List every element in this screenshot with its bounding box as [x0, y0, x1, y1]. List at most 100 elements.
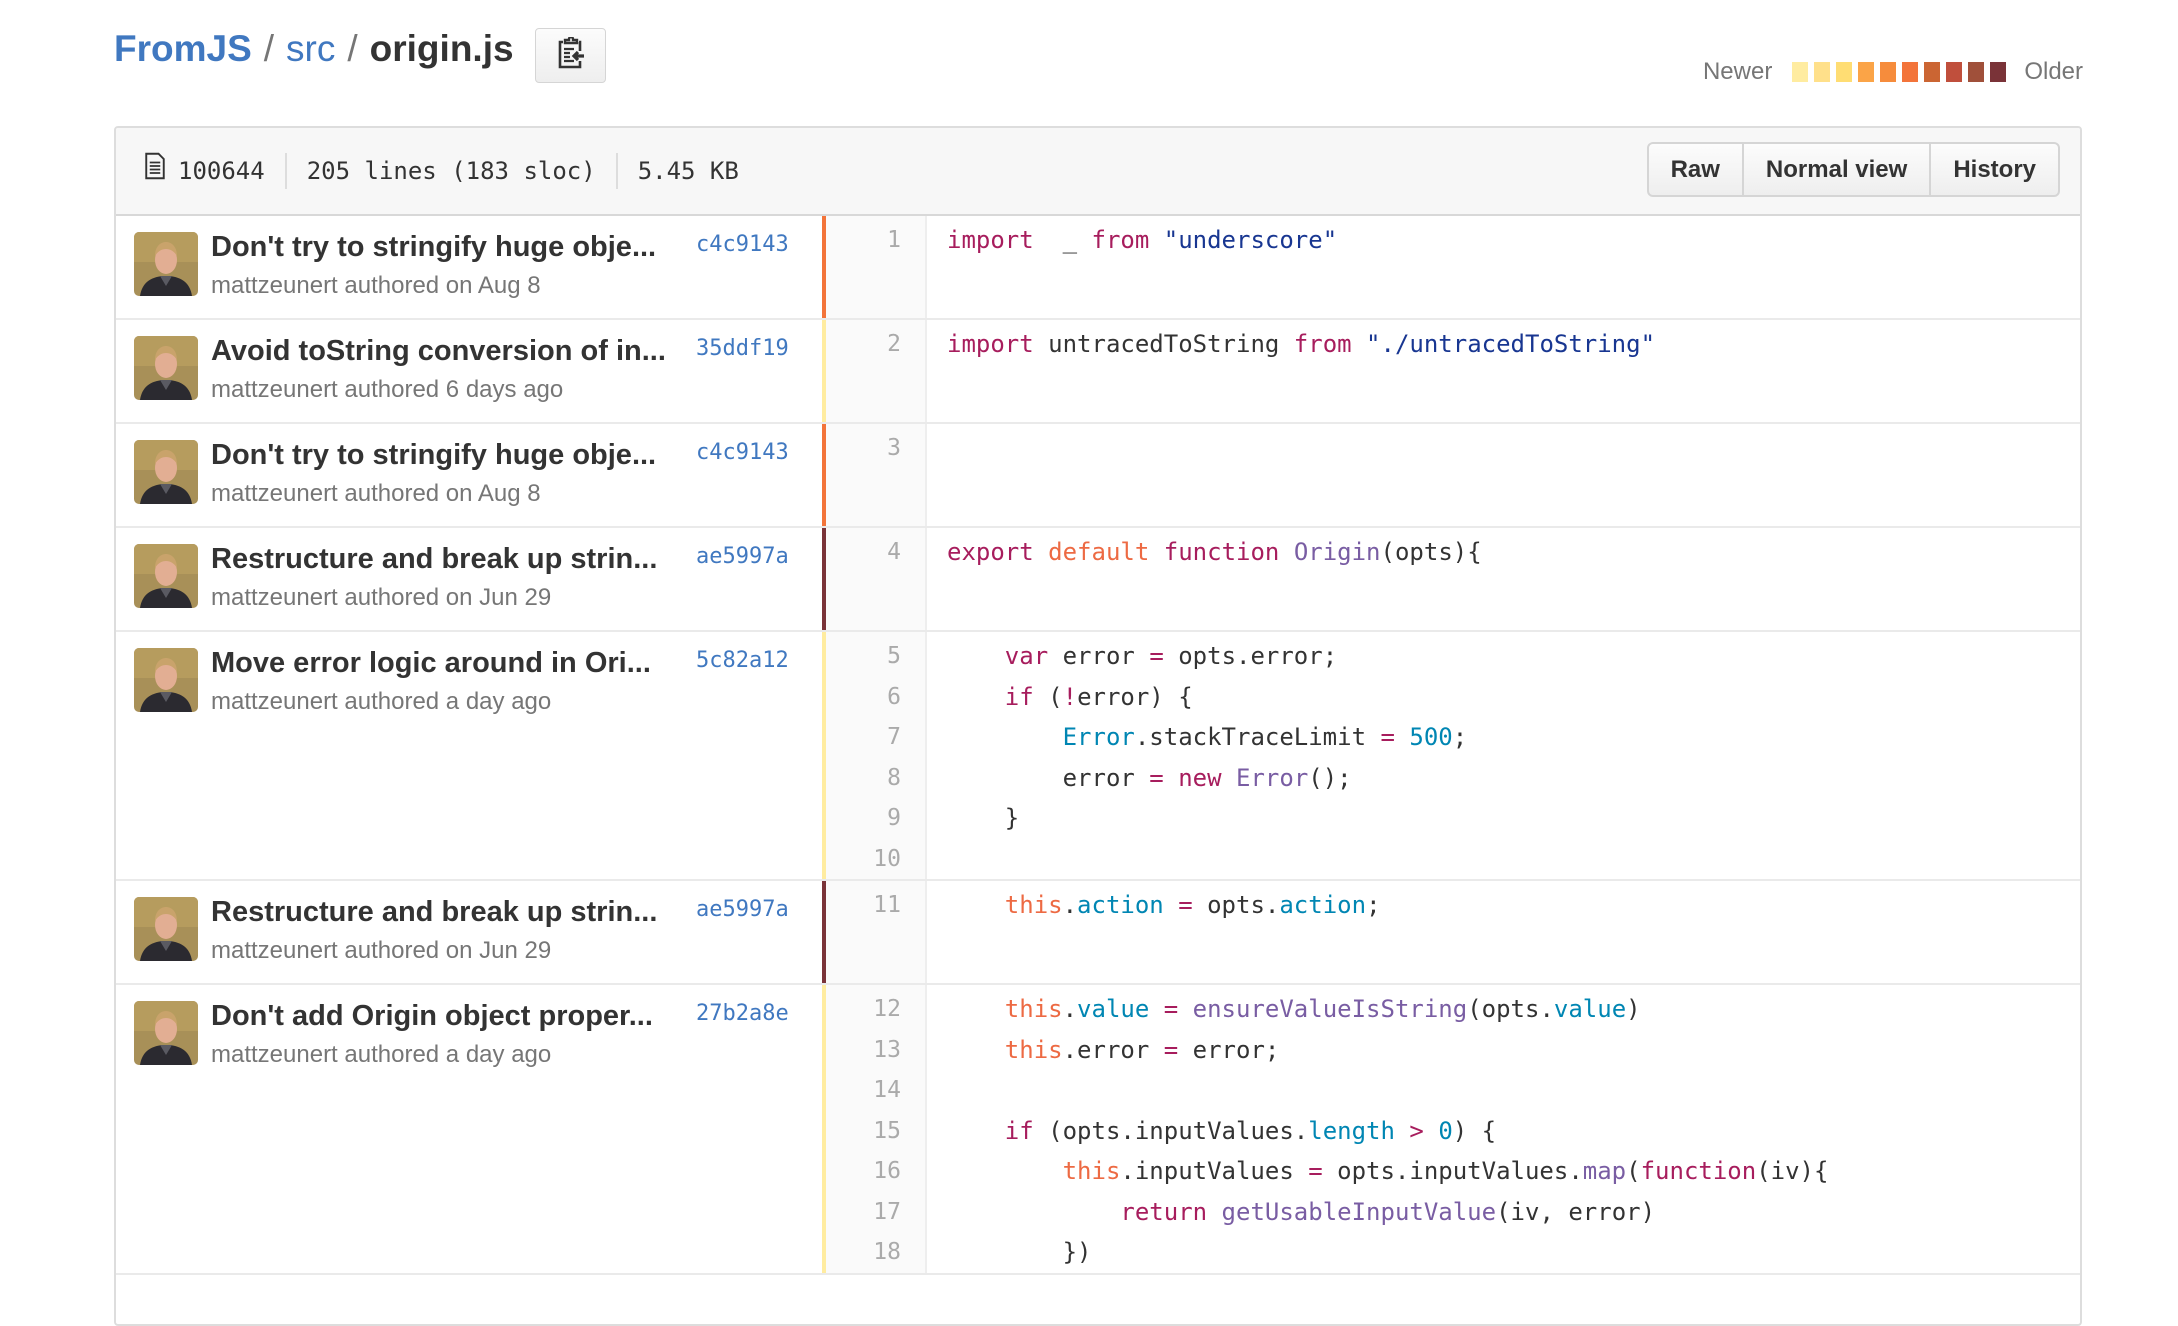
blame-commit-info: Move error logic around in Ori... mattze… — [116, 632, 822, 879]
code-token: if — [1004, 682, 1034, 711]
code-line: if (!error) { — [947, 677, 2080, 718]
code-token: map — [1582, 1157, 1627, 1185]
breadcrumb-repo-link[interactable]: FromJS — [114, 28, 252, 70]
code-token: ( — [1626, 1157, 1641, 1185]
line-number[interactable]: 15 — [826, 1111, 925, 1152]
line-number[interactable]: 16 — [826, 1151, 925, 1192]
commit-meta: mattzeunert authored 6 days ago — [211, 376, 564, 403]
code-lines — [927, 424, 2080, 526]
line-number[interactable]: 2 — [826, 324, 925, 365]
code-lines: this.action = opts.action; — [927, 881, 2080, 983]
author-avatar[interactable] — [134, 232, 198, 296]
file-mode: 100644 — [134, 152, 285, 190]
line-number[interactable]: 6 — [826, 677, 925, 718]
normal-view-button[interactable]: Normal view — [1741, 142, 1932, 197]
author-avatar[interactable] — [134, 648, 198, 712]
blame-commit-info: Don't try to stringify huge obje... matt… — [116, 424, 822, 526]
code-line: if (opts.inputValues.length > 0) { — [947, 1111, 2080, 1152]
code-token: from — [1091, 226, 1150, 254]
code-token: from — [1293, 330, 1352, 358]
code-token: = — [1163, 1035, 1179, 1064]
blame-hunks: Don't try to stringify huge obje... matt… — [116, 216, 2080, 1275]
code-line: import untracedToString from "./untraced… — [947, 324, 2080, 365]
code-token: this — [1004, 891, 1063, 919]
blame-commit-info: Restructure and break up strin... mattze… — [116, 528, 822, 630]
code-line: } — [947, 798, 2080, 839]
line-number[interactable]: 1 — [826, 220, 925, 261]
code-token: ensureValueIsString — [1192, 995, 1468, 1023]
commit-sha-link[interactable]: c4c9143 — [696, 440, 789, 465]
commit-sha-link[interactable]: 27b2a8e — [696, 1001, 789, 1026]
line-number[interactable]: 17 — [826, 1192, 925, 1233]
code-token: (); — [1308, 763, 1352, 792]
code-token: .stackTraceLimit — [1134, 723, 1381, 751]
line-number[interactable]: 8 — [826, 758, 925, 799]
code-line: return getUsableInputValue(iv, error) — [947, 1192, 2080, 1233]
line-number[interactable]: 12 — [826, 989, 925, 1030]
author-avatar[interactable] — [134, 544, 198, 608]
line-number[interactable]: 3 — [826, 428, 925, 469]
breadcrumb-dir-link[interactable]: src — [286, 28, 335, 70]
line-number[interactable]: 5 — [826, 636, 925, 677]
code-token: Error — [1236, 763, 1309, 792]
file-size: 5.45 KB — [615, 153, 759, 189]
commit-message-link[interactable]: Restructure and break up strin... — [211, 896, 657, 929]
line-number[interactable]: 4 — [826, 532, 925, 573]
line-number[interactable]: 13 — [826, 1030, 925, 1071]
commit-sha-link[interactable]: ae5997a — [696, 897, 789, 922]
commit-sha-link[interactable]: 35ddf19 — [696, 336, 789, 361]
legend-swatch — [1814, 62, 1831, 82]
code-token: ( — [1033, 682, 1063, 711]
author-avatar[interactable] — [134, 336, 198, 400]
commit-message-link[interactable]: Don't try to stringify huge obje... — [211, 439, 656, 472]
code-line: this.error = error; — [947, 1030, 2080, 1071]
code-token: ! — [1062, 682, 1078, 711]
file-header: 100644 205 lines (183 sloc) 5.45 KB Raw … — [116, 128, 2080, 216]
code-lines: import _ from "underscore" — [927, 216, 2080, 318]
code-token: > — [1409, 1116, 1424, 1145]
commit-message-link[interactable]: Move error logic around in Ori... — [211, 647, 651, 680]
code-token: Error — [1062, 723, 1135, 751]
code-line: this.value = ensureValueIsString(opts.va… — [947, 989, 2080, 1030]
line-number[interactable]: 10 — [826, 839, 925, 880]
code-token: ) — [1626, 995, 1641, 1023]
blame-hunk: Move error logic around in Ori... mattze… — [116, 632, 2080, 881]
line-number[interactable]: 18 — [826, 1232, 925, 1273]
code-token: Origin — [1293, 538, 1381, 566]
code-token: . — [1062, 995, 1078, 1023]
code-token: value — [1077, 995, 1150, 1023]
code-token: . — [1062, 891, 1078, 919]
copy-path-button[interactable] — [535, 28, 606, 83]
legend-swatch — [1792, 62, 1809, 82]
legend-swatch — [1990, 62, 2007, 82]
breadcrumb-file-name: origin.js — [369, 28, 514, 69]
commit-message-link[interactable]: Restructure and break up strin... — [211, 543, 657, 576]
history-button[interactable]: History — [1929, 142, 2060, 197]
breadcrumb-separator: / — [263, 28, 275, 69]
commit-message-link[interactable]: Don't try to stringify huge obje... — [211, 231, 656, 264]
line-number[interactable]: 11 — [826, 885, 925, 926]
line-number[interactable]: 14 — [826, 1070, 925, 1111]
code-token: import — [947, 330, 1034, 358]
line-number[interactable]: 9 — [826, 798, 925, 839]
blame-commit-info: Avoid toString conversion of in... mattz… — [116, 320, 822, 422]
commit-message-link[interactable]: Avoid toString conversion of in... — [211, 335, 666, 368]
breadcrumb: FromJS / src / origin.js — [114, 28, 514, 70]
code-lines: this.value = ensureValueIsString(opts.va… — [927, 985, 2080, 1273]
commit-message-link[interactable]: Don't add Origin object proper... — [211, 1000, 653, 1033]
commit-sha-link[interactable]: ae5997a — [696, 544, 789, 569]
commit-sha-link[interactable]: 5c82a12 — [696, 648, 789, 673]
author-avatar[interactable] — [134, 1001, 198, 1065]
line-number[interactable]: 7 — [826, 717, 925, 758]
raw-button[interactable]: Raw — [1646, 142, 1744, 197]
clipboard-icon — [557, 35, 585, 74]
author-avatar[interactable] — [134, 440, 198, 504]
commit-sha-link[interactable]: c4c9143 — [696, 232, 789, 257]
breadcrumb-separator: / — [347, 28, 358, 69]
author-avatar[interactable] — [134, 897, 198, 961]
